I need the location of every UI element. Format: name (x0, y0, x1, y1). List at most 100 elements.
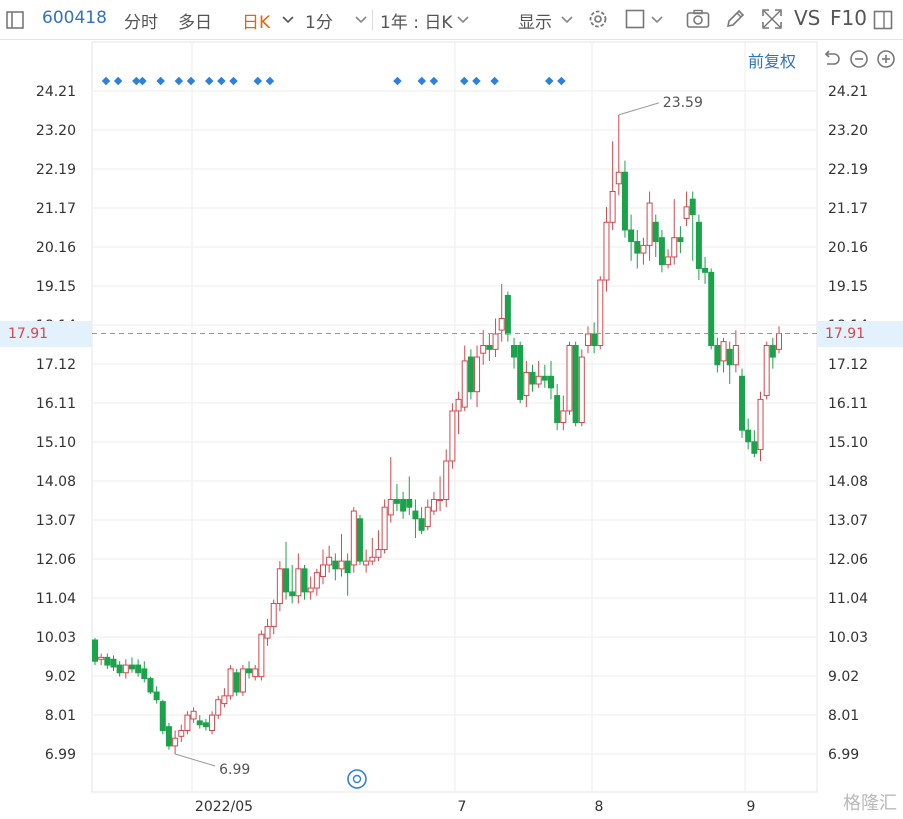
candle[interactable] (196, 715, 203, 729)
candle[interactable] (338, 534, 345, 577)
candle[interactable] (455, 391, 462, 435)
range-select[interactable]: 1年 : 日K (380, 8, 453, 33)
candle[interactable] (720, 337, 727, 373)
vs-button[interactable]: VS (794, 6, 820, 30)
event-marker[interactable] (545, 76, 554, 86)
candle[interactable] (665, 249, 672, 269)
candle[interactable] (326, 545, 333, 573)
chevron-down-icon[interactable] (560, 14, 574, 26)
candle[interactable] (695, 214, 702, 281)
candle[interactable] (714, 337, 721, 373)
candle[interactable] (363, 549, 370, 573)
tab-intraday[interactable]: 分时 (124, 8, 158, 33)
candle[interactable] (270, 599, 277, 635)
candle[interactable] (603, 206, 610, 292)
candle[interactable] (172, 730, 179, 754)
candle[interactable] (474, 345, 481, 408)
event-marker[interactable] (253, 76, 263, 86)
candle[interactable] (572, 341, 579, 427)
candle[interactable] (560, 395, 567, 431)
event-marker[interactable] (204, 76, 214, 86)
panel-icon[interactable] (6, 11, 24, 29)
candle[interactable] (202, 718, 209, 731)
candle[interactable] (369, 538, 376, 565)
candle[interactable] (147, 676, 154, 694)
candle[interactable] (141, 661, 148, 683)
candle[interactable] (344, 553, 351, 596)
event-marker[interactable] (217, 76, 226, 86)
tab-daily-k[interactable]: 日K (242, 8, 270, 33)
candle[interactable] (449, 403, 456, 469)
candle[interactable] (677, 226, 684, 254)
chevron-down-icon[interactable] (281, 14, 295, 26)
candle[interactable] (153, 686, 160, 704)
tab-minute[interactable]: 1分 (305, 8, 333, 33)
display-menu[interactable]: 显示 (518, 8, 552, 33)
candle[interactable] (215, 695, 222, 719)
event-marker[interactable] (186, 76, 196, 86)
candle[interactable] (739, 368, 746, 438)
candle[interactable] (387, 457, 394, 523)
event-marker[interactable] (229, 76, 238, 86)
event-marker[interactable] (460, 76, 469, 86)
candle[interactable] (233, 668, 240, 696)
candle[interactable] (350, 507, 357, 573)
candle[interactable] (104, 653, 111, 669)
candlestick-chart[interactable]: 24.21 24.21 23.20 23.20 22.19 22.19 21.17 21.17… (0, 40, 903, 819)
candle[interactable] (628, 214, 635, 261)
candle[interactable] (159, 699, 166, 735)
candle[interactable] (702, 256, 709, 284)
candle[interactable] (751, 430, 758, 458)
event-marker[interactable] (101, 76, 111, 86)
candle[interactable] (443, 449, 450, 508)
candle[interactable] (406, 476, 413, 515)
candle[interactable] (708, 268, 715, 350)
candle[interactable] (110, 655, 117, 671)
candle[interactable] (437, 476, 444, 512)
maximize-icon[interactable] (873, 10, 893, 30)
event-marker[interactable] (490, 76, 499, 86)
candle[interactable] (221, 688, 228, 708)
candle[interactable] (535, 360, 542, 388)
event-marker[interactable] (265, 76, 275, 86)
settings-icon[interactable] (587, 8, 609, 30)
candle[interactable] (98, 653, 105, 666)
candle[interactable] (184, 711, 191, 735)
f10-button[interactable]: F10 (830, 6, 867, 30)
candle[interactable] (671, 199, 678, 265)
candle[interactable] (227, 665, 234, 700)
candle[interactable] (381, 499, 388, 554)
candle[interactable] (116, 661, 123, 677)
candle[interactable] (615, 114, 622, 196)
event-marker[interactable] (417, 76, 426, 86)
candle[interactable] (578, 349, 585, 427)
candle[interactable] (640, 237, 647, 265)
candle[interactable] (320, 549, 326, 585)
candle[interactable] (541, 364, 548, 388)
event-marker[interactable] (174, 76, 184, 86)
event-marker[interactable] (429, 76, 439, 86)
candle[interactable] (726, 341, 733, 384)
candle[interactable] (763, 341, 770, 400)
candle[interactable] (209, 711, 216, 735)
candle[interactable] (732, 330, 739, 373)
chevron-down-icon[interactable] (650, 14, 664, 26)
candle[interactable] (239, 665, 246, 696)
candle[interactable] (486, 333, 493, 361)
candle[interactable] (584, 326, 591, 354)
candle[interactable] (461, 345, 468, 411)
candle[interactable] (609, 141, 616, 230)
event-marker[interactable] (393, 76, 402, 86)
candle[interactable] (646, 191, 653, 261)
candle[interactable] (689, 191, 696, 261)
candle[interactable] (529, 364, 536, 392)
candle[interactable] (295, 553, 302, 604)
candle[interactable] (400, 491, 407, 519)
event-at-icon[interactable] (347, 769, 367, 789)
candle[interactable] (634, 229, 641, 269)
candle[interactable] (283, 541, 290, 600)
tab-multi-day[interactable]: 多日 (178, 8, 212, 33)
candle[interactable] (467, 349, 474, 400)
candle[interactable] (313, 568, 320, 596)
square-icon[interactable] (625, 9, 645, 29)
